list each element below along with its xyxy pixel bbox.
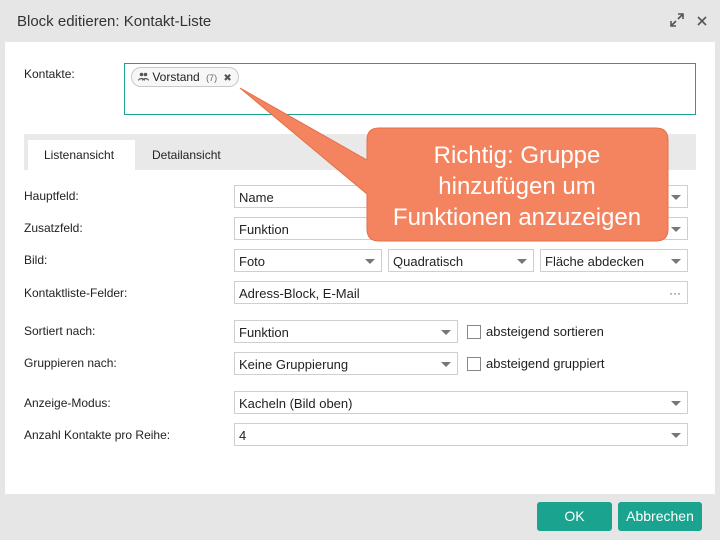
cancel-button[interactable]: Abbrechen	[618, 502, 702, 531]
bild-shape-select[interactable]: Quadratisch	[388, 249, 534, 272]
dialog-title: Block editieren: Kontakt-Liste	[17, 13, 212, 30]
zusatzfeld-label: Zusatzfeld:	[24, 221, 83, 235]
title-bar: Block editieren: Kontakt-Liste	[0, 0, 720, 42]
contacts-label: Kontakte:	[24, 67, 75, 81]
anzahl-label: Anzahl Kontakte pro Reihe:	[24, 428, 171, 442]
absteigend-gruppiert-checkbox[interactable]	[467, 357, 481, 371]
bild-fit-value: Fläche abdecken	[545, 254, 645, 269]
gruppieren-select[interactable]: Keine Gruppierung	[234, 352, 458, 375]
anzahl-value: 4	[239, 428, 247, 443]
ok-button[interactable]: OK	[537, 502, 612, 531]
bild-source-value: Foto	[239, 254, 266, 269]
chevron-down-icon	[671, 259, 681, 264]
gruppieren-label: Gruppieren nach:	[24, 356, 117, 370]
more-icon[interactable]: ···	[669, 282, 681, 305]
expand-icon[interactable]	[670, 13, 684, 30]
bild-label: Bild:	[24, 253, 48, 267]
chevron-down-icon	[365, 259, 375, 264]
chevron-down-icon	[441, 362, 451, 367]
anzeige-label: Anzeige-Modus:	[24, 396, 111, 410]
chevron-down-icon	[671, 227, 681, 232]
contacts-input[interactable]: Vorstand (7) ✖	[124, 63, 696, 115]
chevron-down-icon	[441, 330, 451, 335]
zusatzfeld-value: Funktion	[239, 222, 289, 237]
group-icon	[137, 70, 152, 84]
chip-remove-icon[interactable]: ✖	[223, 73, 231, 84]
sortiert-label: Sortiert nach:	[24, 324, 96, 338]
hauptfeld-label: Hauptfeld:	[24, 189, 79, 203]
contact-chip[interactable]: Vorstand (7) ✖	[131, 67, 239, 87]
kontaktliste-label: Kontaktliste-Felder:	[24, 286, 128, 300]
absteigend-sortieren-label: absteigend sortieren	[486, 324, 604, 339]
absteigend-gruppiert-label: absteigend gruppiert	[486, 356, 605, 371]
bild-shape-value: Quadratisch	[393, 254, 464, 269]
bild-source-select[interactable]: Foto	[234, 249, 382, 272]
kontaktliste-fields-input[interactable]: Adress-Block, E-Mail ···	[234, 281, 688, 304]
tab-listenansicht[interactable]: Listenansicht	[28, 140, 135, 170]
dialog: Block editieren: Kontakt-Liste Kontakte:…	[0, 0, 720, 540]
anzahl-select[interactable]: 4	[234, 423, 688, 446]
chevron-down-icon	[671, 433, 681, 438]
hauptfeld-value: Name	[239, 190, 274, 205]
sortiert-select[interactable]: Funktion	[234, 320, 458, 343]
chevron-down-icon	[671, 401, 681, 406]
kontaktliste-value: Adress-Block, E-Mail	[239, 286, 360, 301]
chevron-down-icon	[517, 259, 527, 264]
chip-name: Vorstand	[152, 70, 200, 84]
dialog-footer	[0, 494, 720, 540]
anzeige-select[interactable]: Kacheln (Bild oben)	[234, 391, 688, 414]
hauptfeld-select[interactable]: Name	[234, 185, 688, 208]
tab-bar: Listenansicht Detailansicht	[24, 134, 696, 170]
tab-detailansicht[interactable]: Detailansicht	[152, 140, 252, 170]
gruppieren-value: Keine Gruppierung	[239, 357, 349, 372]
bild-fit-select[interactable]: Fläche abdecken	[540, 249, 688, 272]
chevron-down-icon	[671, 195, 681, 200]
chip-count: (7)	[206, 73, 218, 83]
anzeige-value: Kacheln (Bild oben)	[239, 396, 353, 411]
sortiert-value: Funktion	[239, 325, 289, 340]
absteigend-sortieren-checkbox[interactable]	[467, 325, 481, 339]
zusatzfeld-select[interactable]: Funktion	[234, 217, 688, 240]
close-icon[interactable]	[696, 14, 708, 30]
